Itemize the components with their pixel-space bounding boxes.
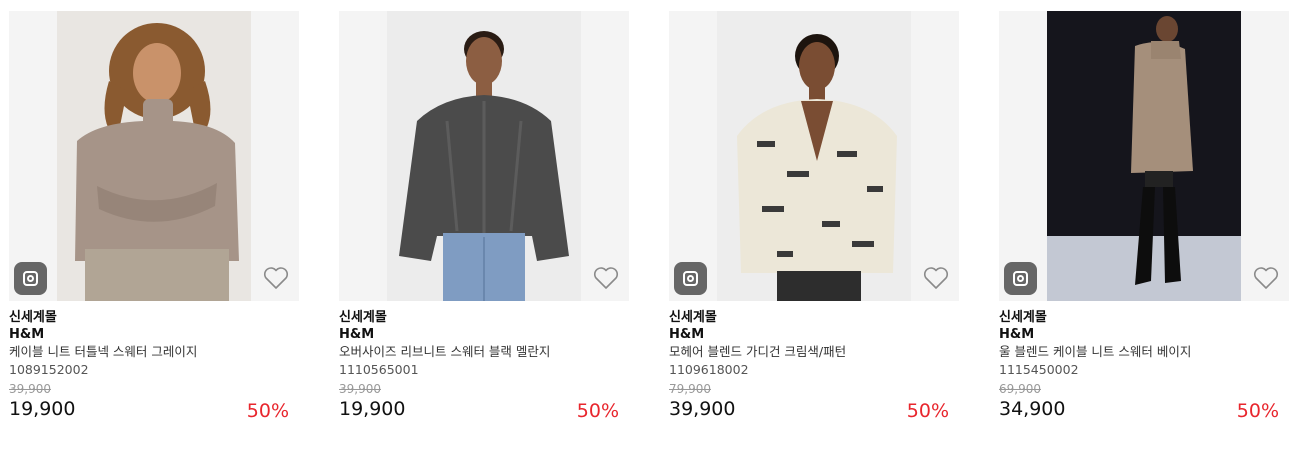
product-name[interactable]: 모헤어 블렌드 가디건 크림색/패턴	[669, 343, 959, 361]
product-info: 신세계몰 H&M 모헤어 블렌드 가디건 크림색/패턴 1109618002 7…	[669, 309, 959, 422]
product-card[interactable]: 신세계몰 H&M 모헤어 블렌드 가디건 크림색/패턴 1109618002 7…	[669, 11, 959, 431]
brand-name[interactable]: H&M	[999, 326, 1289, 343]
discount-rate: 50%	[246, 400, 289, 422]
heart-outline-icon[interactable]	[263, 266, 289, 290]
instagram-icon[interactable]	[674, 262, 707, 295]
heart-outline-icon[interactable]	[593, 266, 619, 290]
product-info: 신세계몰 H&M 오버사이즈 리브니트 스웨터 블랙 멜란지 111056500…	[339, 309, 629, 422]
instagram-icon-lens	[27, 275, 34, 282]
shop-name[interactable]: 신세계몰	[9, 309, 299, 326]
shop-name[interactable]: 신세계몰	[999, 309, 1289, 326]
shop-name[interactable]: 신세계몰	[669, 309, 959, 326]
shop-name[interactable]: 신세계몰	[339, 309, 629, 326]
product-code: 1115450002	[999, 362, 1079, 377]
instagram-icon[interactable]	[1004, 262, 1037, 295]
product-image[interactable]	[669, 11, 959, 301]
discount-rate: 50%	[1236, 400, 1279, 422]
brand-name[interactable]: H&M	[669, 326, 959, 343]
product-grid: 신세계몰 H&M 케이블 니트 터틀넥 스웨터 그레이지 1089152002 …	[0, 0, 1298, 454]
instagram-icon[interactable]	[14, 262, 47, 295]
original-price: 79,900	[669, 382, 711, 396]
discount-rate: 50%	[576, 400, 619, 422]
product-name[interactable]: 울 블렌드 케이블 니트 스웨터 베이지	[999, 343, 1289, 361]
product-photo	[387, 11, 581, 301]
product-code: 1089152002	[9, 362, 89, 377]
heart-outline-icon[interactable]	[1253, 266, 1279, 290]
product-card[interactable]: 신세계몰 H&M 오버사이즈 리브니트 스웨터 블랙 멜란지 111056500…	[339, 11, 629, 431]
product-image[interactable]	[9, 11, 299, 301]
instagram-icon-lens	[1017, 275, 1024, 282]
brand-name[interactable]: H&M	[9, 326, 299, 343]
product-code: 1110565001	[339, 362, 419, 377]
brand-name[interactable]: H&M	[339, 326, 629, 343]
product-image[interactable]	[999, 11, 1289, 301]
product-name[interactable]: 오버사이즈 리브니트 스웨터 블랙 멜란지	[339, 343, 629, 361]
original-price: 39,900	[339, 382, 381, 396]
product-image[interactable]	[339, 11, 629, 301]
instagram-icon-lens	[687, 275, 694, 282]
product-name[interactable]: 케이블 니트 터틀넥 스웨터 그레이지	[9, 343, 299, 361]
product-info: 신세계몰 H&M 울 블렌드 케이블 니트 스웨터 베이지 1115450002…	[999, 309, 1289, 422]
product-photo	[1047, 11, 1241, 301]
product-photo	[717, 11, 911, 301]
original-price: 39,900	[9, 382, 51, 396]
discount-rate: 50%	[906, 400, 949, 422]
product-card[interactable]: 신세계몰 H&M 울 블렌드 케이블 니트 스웨터 베이지 1115450002…	[999, 11, 1289, 431]
product-info: 신세계몰 H&M 케이블 니트 터틀넥 스웨터 그레이지 1089152002 …	[9, 309, 299, 422]
product-code: 1109618002	[669, 362, 749, 377]
original-price: 69,900	[999, 382, 1041, 396]
product-photo	[57, 11, 251, 301]
product-card[interactable]: 신세계몰 H&M 케이블 니트 터틀넥 스웨터 그레이지 1089152002 …	[9, 11, 299, 431]
heart-outline-icon[interactable]	[923, 266, 949, 290]
